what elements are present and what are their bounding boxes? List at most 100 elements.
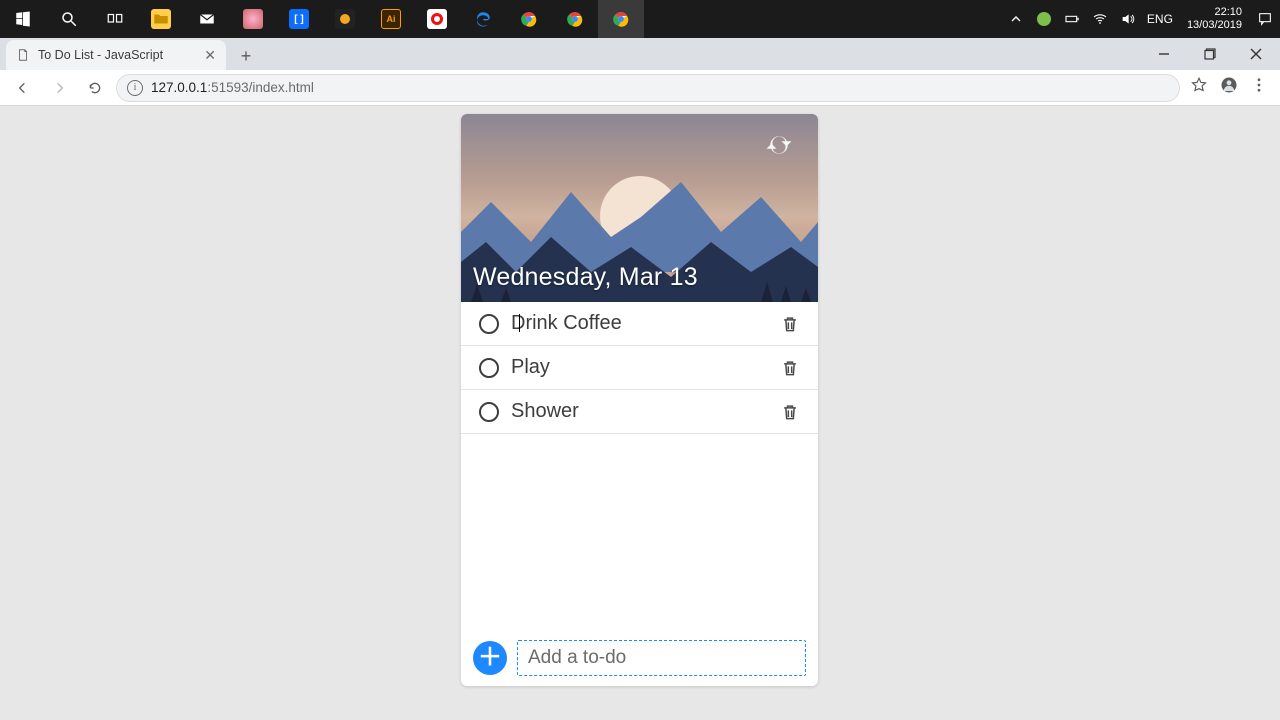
app-button-2[interactable] [414, 0, 460, 38]
app-icon [335, 9, 355, 29]
language-indicator[interactable]: ENG [1147, 12, 1173, 26]
date-label: Wednesday, Mar 13 [473, 263, 698, 292]
mail-button[interactable] [184, 0, 230, 38]
file-explorer-button[interactable] [138, 0, 184, 38]
page-icon [16, 48, 30, 62]
chrome-icon [612, 10, 630, 28]
refresh-list-button[interactable] [764, 130, 800, 166]
app-button-1[interactable] [322, 0, 368, 38]
close-window-button[interactable] [1234, 40, 1278, 68]
complete-toggle[interactable] [479, 358, 499, 378]
reload-button[interactable] [80, 73, 110, 103]
kebab-icon [1250, 76, 1268, 94]
battery-icon [1064, 11, 1080, 27]
back-button[interactable] [8, 73, 38, 103]
dot-icon [1037, 12, 1051, 26]
new-tab-button[interactable]: + [232, 42, 260, 70]
volume-tray[interactable] [1119, 10, 1137, 28]
plus-icon: ＋ [478, 646, 502, 670]
volume-icon [1120, 11, 1136, 27]
illustrator-button[interactable]: Ai [368, 0, 414, 38]
maximize-button[interactable] [1188, 40, 1232, 68]
app-icon-2 [427, 9, 447, 29]
forward-button[interactable] [44, 73, 74, 103]
address-bar: i 127.0.0.1:51593/index.html [0, 70, 1280, 106]
illustrator-icon: Ai [381, 9, 401, 29]
profile-button[interactable] [1220, 76, 1238, 99]
action-center[interactable] [1256, 10, 1274, 28]
refresh-icon [764, 130, 794, 160]
delete-button[interactable] [780, 401, 802, 423]
task-view-button[interactable] [92, 0, 138, 38]
page-viewport: Wednesday, Mar 13 Drink Coffee Play [0, 106, 1280, 720]
tray-chevron[interactable] [1007, 10, 1025, 28]
folder-icon [151, 9, 171, 29]
todo-input[interactable] [517, 640, 806, 676]
mail-icon [198, 10, 216, 28]
bookmark-button[interactable] [1190, 76, 1208, 99]
chrome-button-active[interactable] [598, 0, 644, 38]
taskbar-clock[interactable]: 22:10 13/03/2019 [1183, 6, 1246, 31]
card-header: Wednesday, Mar 13 [461, 114, 818, 302]
system-tray: ENG 22:10 13/03/2019 [1007, 0, 1274, 38]
add-todo-button[interactable]: ＋ [473, 641, 507, 675]
trash-icon [780, 357, 800, 379]
edge-icon [474, 10, 492, 28]
task-view-icon [106, 10, 124, 28]
todo-list: Drink Coffee Play Shower [461, 302, 818, 630]
delete-button[interactable] [780, 313, 802, 335]
toolbar-right [1186, 76, 1272, 99]
paint-button[interactable] [230, 0, 276, 38]
menu-button[interactable] [1250, 76, 1268, 99]
todo-item: Drink Coffee [461, 302, 818, 346]
chevron-up-icon [1008, 11, 1024, 27]
chrome-icon [566, 10, 584, 28]
todo-label: Play [511, 356, 768, 379]
todo-label: Drink Coffee [511, 312, 768, 335]
tab-title: To Do List - JavaScript [38, 48, 163, 62]
reload-icon [87, 80, 103, 96]
tab-close-button[interactable]: ✕ [204, 47, 216, 64]
star-icon [1190, 76, 1208, 94]
arrow-left-icon [15, 80, 31, 96]
text-cursor [519, 314, 520, 332]
window-controls [1142, 40, 1278, 68]
todo-label: Shower [511, 400, 768, 423]
windows-taskbar: [ ] Ai [0, 0, 1280, 38]
complete-toggle[interactable] [479, 314, 499, 334]
tray-app[interactable] [1035, 10, 1053, 28]
avatar-icon [1220, 76, 1238, 94]
todo-item: Shower [461, 390, 818, 434]
battery-tray[interactable] [1063, 10, 1081, 28]
chrome-button-1[interactable] [506, 0, 552, 38]
card-footer: ＋ [461, 630, 818, 686]
palette-icon [243, 9, 263, 29]
site-info-icon[interactable]: i [127, 80, 143, 96]
brackets-icon: [ ] [289, 9, 309, 29]
chrome-button-2[interactable] [552, 0, 598, 38]
start-button[interactable] [0, 0, 46, 38]
windows-logo-icon [14, 10, 32, 28]
brackets-button[interactable]: [ ] [276, 0, 322, 38]
chrome-window: To Do List - JavaScript ✕ + i 127.0.0.1:… [0, 38, 1280, 720]
minimize-button[interactable] [1142, 40, 1186, 68]
trash-icon [780, 313, 800, 335]
todo-card: Wednesday, Mar 13 Drink Coffee Play [461, 114, 818, 686]
todo-item: Play [461, 346, 818, 390]
browser-tab[interactable]: To Do List - JavaScript ✕ [6, 40, 226, 70]
clock-date: 13/03/2019 [1187, 19, 1242, 32]
tab-strip: To Do List - JavaScript ✕ + [0, 38, 1280, 70]
omnibox[interactable]: i 127.0.0.1:51593/index.html [116, 74, 1180, 102]
taskbar-left: [ ] Ai [0, 0, 644, 38]
search-button[interactable] [46, 0, 92, 38]
notification-icon [1257, 11, 1273, 27]
arrow-right-icon [51, 80, 67, 96]
search-icon [60, 10, 78, 28]
delete-button[interactable] [780, 357, 802, 379]
url-path: :51593/index.html [207, 80, 314, 95]
edge-button[interactable] [460, 0, 506, 38]
chrome-icon [520, 10, 538, 28]
wifi-tray[interactable] [1091, 10, 1109, 28]
clock-time: 22:10 [1187, 6, 1242, 19]
complete-toggle[interactable] [479, 402, 499, 422]
